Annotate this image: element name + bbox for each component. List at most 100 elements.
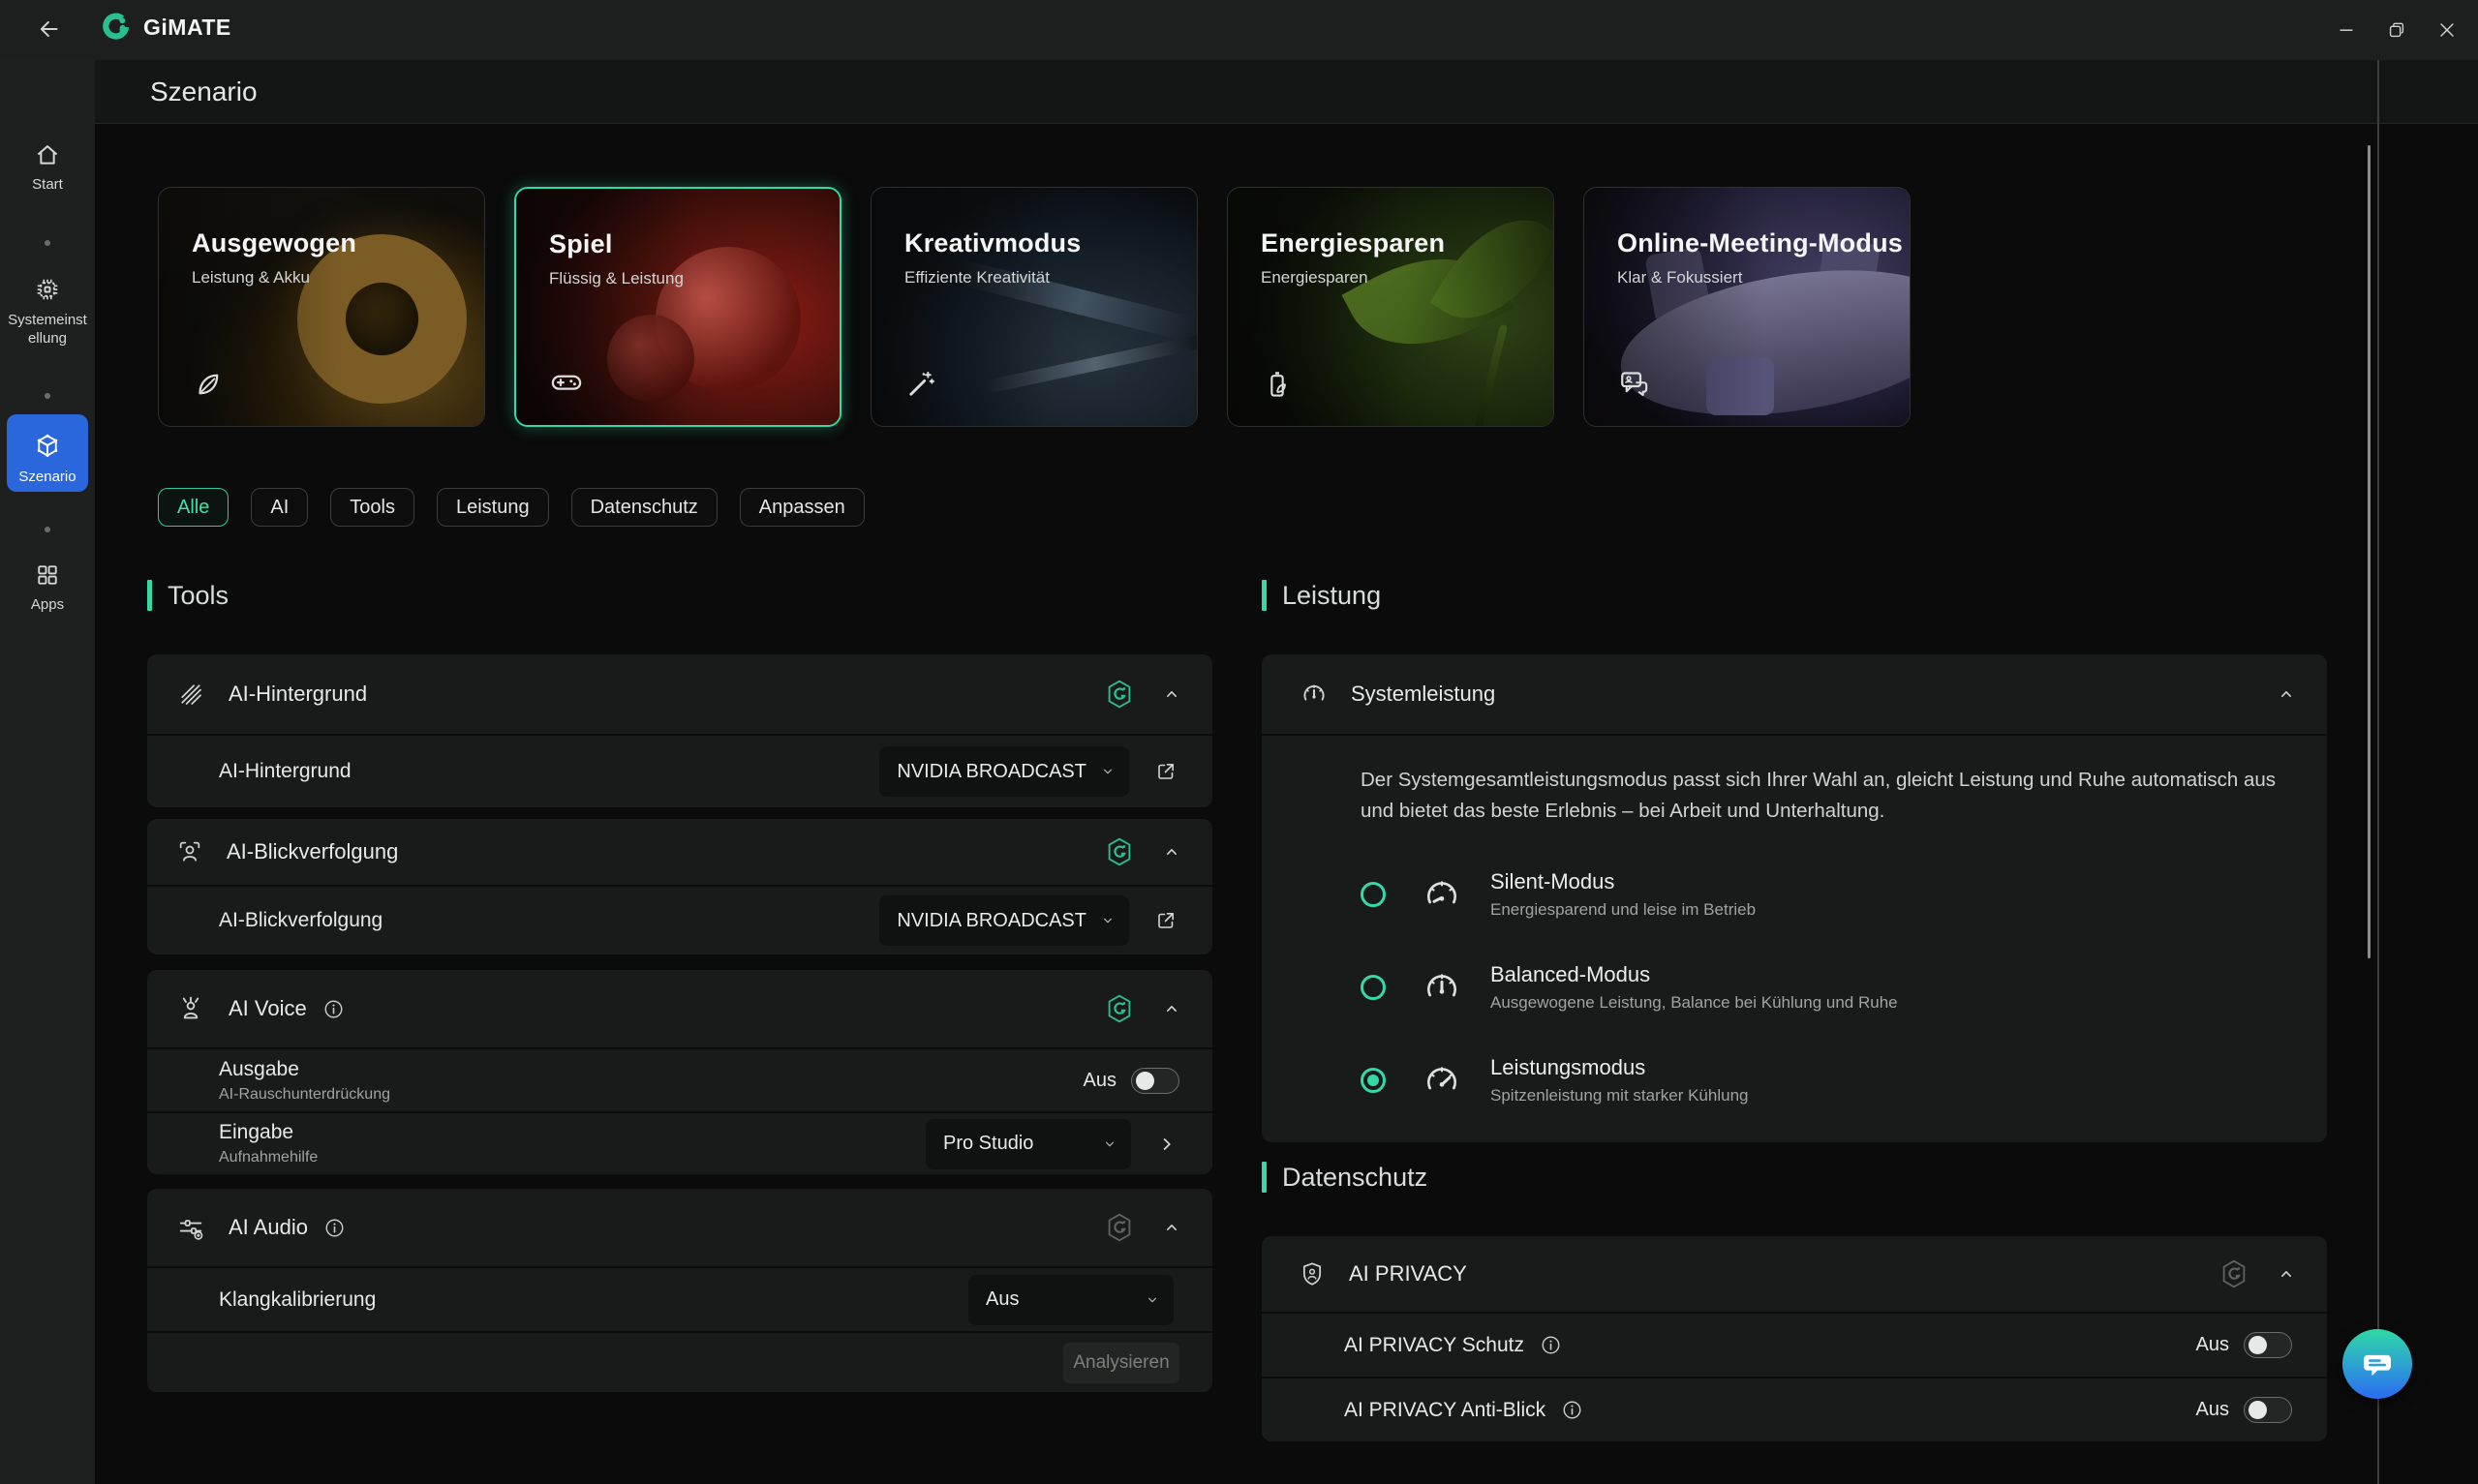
filter-chip-datenschutz[interactable]: Datenschutz [571,488,718,527]
sidebar-item-szenario[interactable]: Szenario [7,414,88,492]
filter-chip-anpassen[interactable]: Anpassen [740,488,865,527]
battery-leaf-icon [1261,368,1294,401]
ai-privacy-protection-toggle[interactable] [2244,1332,2292,1358]
card-subtitle: Flüssig & Leistung [549,269,684,288]
performance-mode-option[interactable]: Leistungsmodus Spitzenleistung mit stark… [1361,1055,2279,1105]
magic-wand-icon [904,368,937,401]
section-title: AI-Hintergrund [229,681,367,707]
card-subtitle: Klar & Fokussiert [1617,268,1903,288]
card-title: Online-Meeting-Modus [1617,228,1903,258]
hatch-background-icon [176,680,205,709]
chat-bubble-icon [2357,1344,2398,1384]
filter-chip-tools[interactable]: Tools [330,488,414,527]
page-title: Szenario [150,76,258,107]
gauge-icon [1300,681,1328,708]
ai-voice-input-dropdown[interactable]: Pro Studio [926,1119,1131,1169]
radio-checked [1361,1068,1386,1093]
collapse-chevron-up-icon[interactable] [1158,681,1185,708]
chevron-down-icon [1102,1136,1117,1152]
filter-chip-alle[interactable]: Alle [158,488,229,527]
info-icon[interactable] [321,996,347,1022]
card-title: Spiel [549,229,684,259]
ai-background-app-dropdown[interactable]: NVIDIA BROADCAST [879,746,1129,797]
sidebar-item-systemeinstellung[interactable]: Systemeinstellung [0,275,95,348]
chevron-right-icon[interactable] [1154,1132,1179,1157]
sidebar-separator-dot [45,527,50,532]
info-icon[interactable] [321,1215,348,1241]
scenario-card-kreativmodus[interactable]: KreativmodusEffiziente Kreativität [871,187,1198,427]
ai-voice-header[interactable]: AI Voice [147,970,1212,1047]
row-label: Ausgabe [219,1058,299,1080]
row-label: Eingabe [219,1121,293,1143]
minimize-button[interactable] [2321,5,2371,55]
dropdown-value: NVIDIA BROADCAST [897,761,1086,783]
performance-description: Der Systemgesamtleistungsmodus passt sic… [1361,765,2279,827]
sidebar-separator-dot [45,240,50,246]
ai-eye-tracking-section: AI-Blickverfolgung AI-Blickverfolgung NV… [147,819,1212,954]
section-title: AI Voice [229,996,307,1021]
radio-unchecked [1361,882,1386,907]
scenario-cube-icon [7,432,88,461]
gauge-low-icon [1423,875,1461,914]
balanced-mode-option[interactable]: Balanced-Modus Ausgewogene Leistung, Bal… [1361,962,2279,1013]
gimate-badge-icon [2220,1259,2248,1288]
ai-privacy-protection-row: AI PRIVACY Schutz Aus [1262,1312,2327,1377]
scenario-card-spiel[interactable]: Spiel Flüssig & Leistung [514,187,841,427]
card-title: Kreativmodus [904,228,1081,258]
scenario-card-online-meeting[interactable]: Online-Meeting-Modus Klar & Fokussiert [1583,187,1911,427]
info-icon[interactable] [1559,1397,1585,1423]
filter-chip-leistung[interactable]: Leistung [437,488,549,527]
gauge-high-icon [1423,1061,1461,1100]
filter-chip-ai[interactable]: AI [251,488,308,527]
row-label: Klangkalibrierung [219,1288,376,1312]
system-performance-body: Der Systemgesamtleistungsmodus passt sic… [1262,734,2327,1142]
ai-eye-tracking-header[interactable]: AI-Blickverfolgung [147,819,1212,885]
scenario-card-ausgewogen[interactable]: AusgewogenLeistung & Akku [158,187,485,427]
restore-button[interactable] [2371,5,2422,55]
row-sublabel: AI-Rauschunterdrückung [219,1086,390,1104]
collapse-chevron-up-icon[interactable] [1158,838,1185,865]
sidebar-item-label: Szenario [7,469,88,487]
toggle-knob [1136,1072,1154,1090]
gimate-app-window: GiMATE Start Systemeinstellung Szenario … [0,0,2478,1484]
sidebar-item-label: Start [0,176,95,195]
scrollbar-thumb[interactable] [2368,145,2371,958]
row-label: AI-Blickverfolgung [219,909,382,932]
gimate-badge-icon [1106,837,1133,866]
sidebar-item-apps[interactable]: Apps [0,561,95,615]
chat-assistant-button[interactable] [2342,1329,2412,1399]
close-button[interactable] [2422,5,2472,55]
ai-noise-suppression-toggle[interactable] [1131,1068,1179,1094]
card-title: Energiesparen [1261,228,1445,258]
collapse-chevron-up-icon[interactable] [1158,995,1185,1022]
chevron-down-icon [1145,1292,1160,1308]
info-icon[interactable] [1538,1332,1564,1358]
option-description: Energiesparend und leise im Betrieb [1490,900,1756,920]
option-title: Silent-Modus [1490,869,1756,894]
system-performance-header[interactable]: Systemleistung [1262,654,2327,734]
ai-privacy-anti-glance-toggle[interactable] [2244,1397,2292,1423]
analyze-button[interactable]: Analysieren [1063,1343,1179,1383]
scenario-card-energiesparen[interactable]: Energiesparen Energiesparen [1227,187,1554,427]
back-button[interactable] [35,16,64,44]
ai-background-row: AI-Hintergrund NVIDIA BROADCAST [147,734,1212,807]
performance-heading: Leistung [1262,580,1381,611]
ai-eye-tracking-app-dropdown[interactable]: NVIDIA BROADCAST [879,895,1129,946]
external-link-icon[interactable] [1152,758,1179,785]
row-label: AI PRIVACY Schutz [1344,1334,1524,1357]
toggle-state-label: Aus [1084,1070,1117,1092]
ai-background-header[interactable]: AI-Hintergrund [147,654,1212,734]
system-chip-icon [0,275,95,304]
card-subtitle: Energiesparen [1261,268,1445,288]
silent-mode-option[interactable]: Silent-Modus Energiesparend und leise im… [1361,869,2279,920]
meeting-chat-icon [1617,366,1652,401]
external-link-icon[interactable] [1152,907,1179,934]
collapse-chevron-up-icon[interactable] [2273,1260,2300,1287]
collapse-chevron-up-icon[interactable] [2273,681,2300,708]
ai-audio-header[interactable]: AI Audio [147,1189,1212,1266]
face-tracking-icon [176,838,203,865]
sound-calibration-dropdown[interactable]: Aus [968,1275,1174,1325]
collapse-chevron-up-icon[interactable] [1158,1214,1185,1241]
ai-privacy-header[interactable]: AI PRIVACY [1262,1236,2327,1312]
sidebar-item-start[interactable]: Start [0,141,95,195]
